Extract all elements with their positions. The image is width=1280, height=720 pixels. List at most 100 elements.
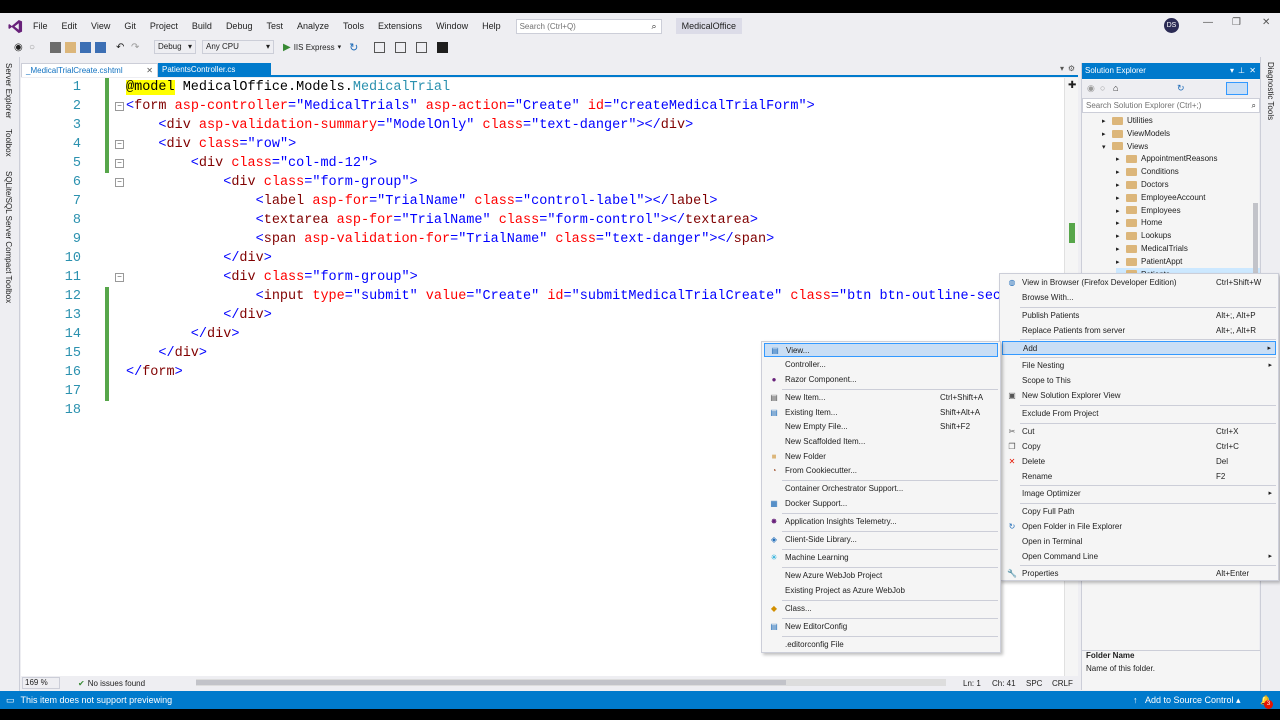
menu-analyze[interactable]: Analyze	[290, 15, 336, 37]
gear-icon[interactable]: ⚙	[1068, 64, 1075, 73]
tree-item[interactable]: ▸ PatientAppt	[1116, 255, 1182, 268]
menu-item-new-scaffolded-item[interactable]: New Scaffolded Item...	[764, 435, 998, 449]
tab-patients-controller[interactable]: PatientsController.cs	[158, 63, 271, 77]
menu-item-open-in-terminal[interactable]: Open in Terminal	[1002, 535, 1276, 549]
pin-icon[interactable]: ⊥	[1238, 63, 1245, 79]
menu-window[interactable]: Window	[429, 15, 475, 37]
step-icon[interactable]	[395, 41, 407, 53]
config-dropdown[interactable]: Debug ▾	[154, 40, 196, 54]
menu-item-copy-full-path[interactable]: Copy Full Path	[1002, 505, 1276, 519]
minimize-button[interactable]: —	[1203, 17, 1213, 28]
chevron-down-icon[interactable]: ▾	[338, 43, 342, 51]
menu-item-scope-to-this[interactable]: Scope to This	[1002, 374, 1276, 388]
menu-item-add[interactable]: Add ▸	[1002, 341, 1276, 355]
code-line[interactable]: 5 <div class="col-md-12">	[21, 154, 1061, 173]
horizontal-scrollbar[interactable]	[196, 679, 946, 686]
menu-item-new-item[interactable]: ▤ New Item... Ctrl+Shift+A	[764, 391, 998, 405]
sqlite-toolbox-tab[interactable]: SQLite/SQL Server Compact Toolbox	[4, 171, 13, 303]
tree-item[interactable]: ▸ Lookups	[1116, 229, 1171, 242]
code-line[interactable]: 9 <span asp-validation-for="TrialName" c…	[21, 230, 1061, 249]
format-icon[interactable]	[416, 41, 428, 53]
menu-item-class[interactable]: ◆ Class...	[764, 602, 998, 616]
solution-search-input[interactable]: Search Solution Explorer (Ctrl+;) ⌕	[1082, 98, 1260, 113]
avatar[interactable]: DS	[1164, 18, 1179, 33]
menu-item-publish-patients[interactable]: Publish Patients Alt+;, Alt+P	[1002, 309, 1276, 323]
menu-item-rename[interactable]: Rename F2	[1002, 470, 1276, 484]
code-line[interactable]: 11 <div class="form-group">	[21, 268, 1061, 287]
menu-debug[interactable]: Debug	[219, 15, 260, 37]
menu-file[interactable]: File	[26, 15, 55, 37]
tree-item[interactable]: ▾ Views	[1102, 140, 1148, 153]
code-line[interactable]: 12 <input type="submit" value="Create" i…	[21, 287, 1061, 306]
maximize-button[interactable]: ❐	[1232, 17, 1241, 28]
tree-item[interactable]: ▸ Home	[1116, 216, 1162, 229]
menu-project[interactable]: Project	[143, 15, 185, 37]
tree-item[interactable]: ▸ MedicalTrials	[1116, 242, 1188, 255]
tree-item[interactable]: ▸ Utilities	[1102, 114, 1153, 127]
sync-button[interactable]	[1226, 82, 1248, 95]
menu-item-controller[interactable]: Controller...	[764, 358, 998, 372]
server-explorer-tab[interactable]: Server Explorer	[4, 63, 13, 119]
split-icon[interactable]: ✚	[1068, 80, 1076, 91]
close-icon[interactable]: ✕	[1249, 63, 1256, 79]
menu-item-exclude-from-project[interactable]: Exclude From Project	[1002, 407, 1276, 421]
menu-item-open-command-line[interactable]: Open Command Line ▸	[1002, 550, 1276, 564]
tab-list-icon[interactable]: ▾	[1060, 64, 1064, 73]
menu-item-docker-support[interactable]: ▦ Docker Support...	[764, 497, 998, 511]
menu-item-existing-project-as-azure-webjob[interactable]: Existing Project as Azure WebJob	[764, 584, 998, 598]
code-line[interactable]: 10 </div>	[21, 249, 1061, 268]
menu-item-image-optimizer[interactable]: Image Optimizer ▸	[1002, 487, 1276, 501]
redo-icon[interactable]: ↷	[131, 42, 142, 53]
tree-item[interactable]: ▸ Conditions	[1116, 165, 1179, 178]
toolbox-tab[interactable]: Toolbox	[4, 129, 13, 157]
menu-item-properties[interactable]: 🔧 Properties Alt+Enter	[1002, 567, 1276, 581]
back-icon[interactable]: ◉	[14, 42, 25, 53]
search-box[interactable]: Search (Ctrl+Q) ⌕	[515, 18, 662, 34]
code-line[interactable]: 8 <textarea asp-for="TrialName" class="f…	[21, 211, 1061, 230]
code-line[interactable]: 13 </div>	[21, 306, 1061, 325]
save-icon[interactable]	[80, 41, 91, 53]
tree-item[interactable]: ▸ Employees	[1116, 204, 1181, 217]
new-project-icon[interactable]	[50, 41, 61, 53]
tree-item[interactable]: ▸ EmployeeAccount	[1116, 191, 1205, 204]
menu-item-new-folder[interactable]: ■ New Folder	[764, 450, 998, 464]
search-icon[interactable]: ⌕	[1252, 99, 1256, 112]
menu-item-editorconfig-file[interactable]: .editorconfig File	[764, 638, 998, 652]
menu-item-browse-with[interactable]: Browse With...	[1002, 291, 1276, 305]
refresh-icon[interactable]: ↻	[1177, 83, 1185, 94]
issues-text[interactable]: No issues found	[88, 679, 145, 688]
search-icon[interactable]: ⌕	[652, 20, 657, 33]
close-button[interactable]: ✕	[1262, 17, 1270, 28]
menu-item-open-folder-in-file-explorer[interactable]: ↻ Open Folder in File Explorer	[1002, 520, 1276, 534]
menu-item-client-side-library[interactable]: ◈ Client-Side Library...	[764, 533, 998, 547]
code-line[interactable]: 1 @model MedicalOffice.Models.MedicalTria…	[21, 78, 1061, 97]
menu-item-view-in-browser-firefox-developer-edition[interactable]: ◍ View in Browser (Firefox Developer Edit…	[1002, 276, 1276, 290]
menu-item-new-solution-explorer-view[interactable]: ▣ New Solution Explorer View	[1002, 389, 1276, 403]
upload-icon[interactable]: ↑	[1133, 695, 1138, 705]
zoom-combo[interactable]: 169 %	[22, 677, 60, 689]
close-icon[interactable]: ✕	[146, 64, 153, 78]
bookmark-icon[interactable]	[437, 41, 449, 53]
tree-scrollbar[interactable]	[1253, 203, 1258, 283]
menu-item-machine-learning[interactable]: ✳ Machine Learning	[764, 551, 998, 565]
menu-item-view[interactable]: ▤ View...	[764, 343, 998, 357]
forward-icon[interactable]: ○	[1100, 83, 1105, 93]
diagnostic-tools-tab[interactable]: Diagnostic Tools	[1266, 62, 1275, 120]
menu-test[interactable]: Test	[259, 15, 290, 37]
menu-item-new-editorconfig[interactable]: ▤ New EditorConfig	[764, 620, 998, 634]
forward-icon[interactable]: ○	[29, 42, 40, 53]
code-line[interactable]: 6 <div class="form-group">	[21, 173, 1061, 192]
code-line[interactable]: 7 <label asp-for="TrialName" class="cont…	[21, 192, 1061, 211]
play-icon[interactable]: ▶	[283, 42, 291, 53]
tree-item[interactable]: ▸ Doctors	[1116, 178, 1169, 191]
open-folder-icon[interactable]	[65, 41, 76, 53]
code-line[interactable]: 4 <div class="row">	[21, 135, 1061, 154]
code-line[interactable]: 3 <div asp-validation-summary="ModelOnly…	[21, 116, 1061, 135]
scroll-thumb[interactable]	[196, 680, 786, 685]
menu-tools[interactable]: Tools	[336, 15, 371, 37]
menu-item-from-cookiecutter[interactable]: ◔ From Cookiecutter...	[764, 464, 998, 478]
menu-item-razor-component[interactable]: ● Razor Component...	[764, 373, 998, 387]
refresh-icon[interactable]: ↻	[349, 41, 358, 54]
menu-build[interactable]: Build	[185, 15, 219, 37]
menu-item-cut[interactable]: ✂ Cut Ctrl+X	[1002, 425, 1276, 439]
